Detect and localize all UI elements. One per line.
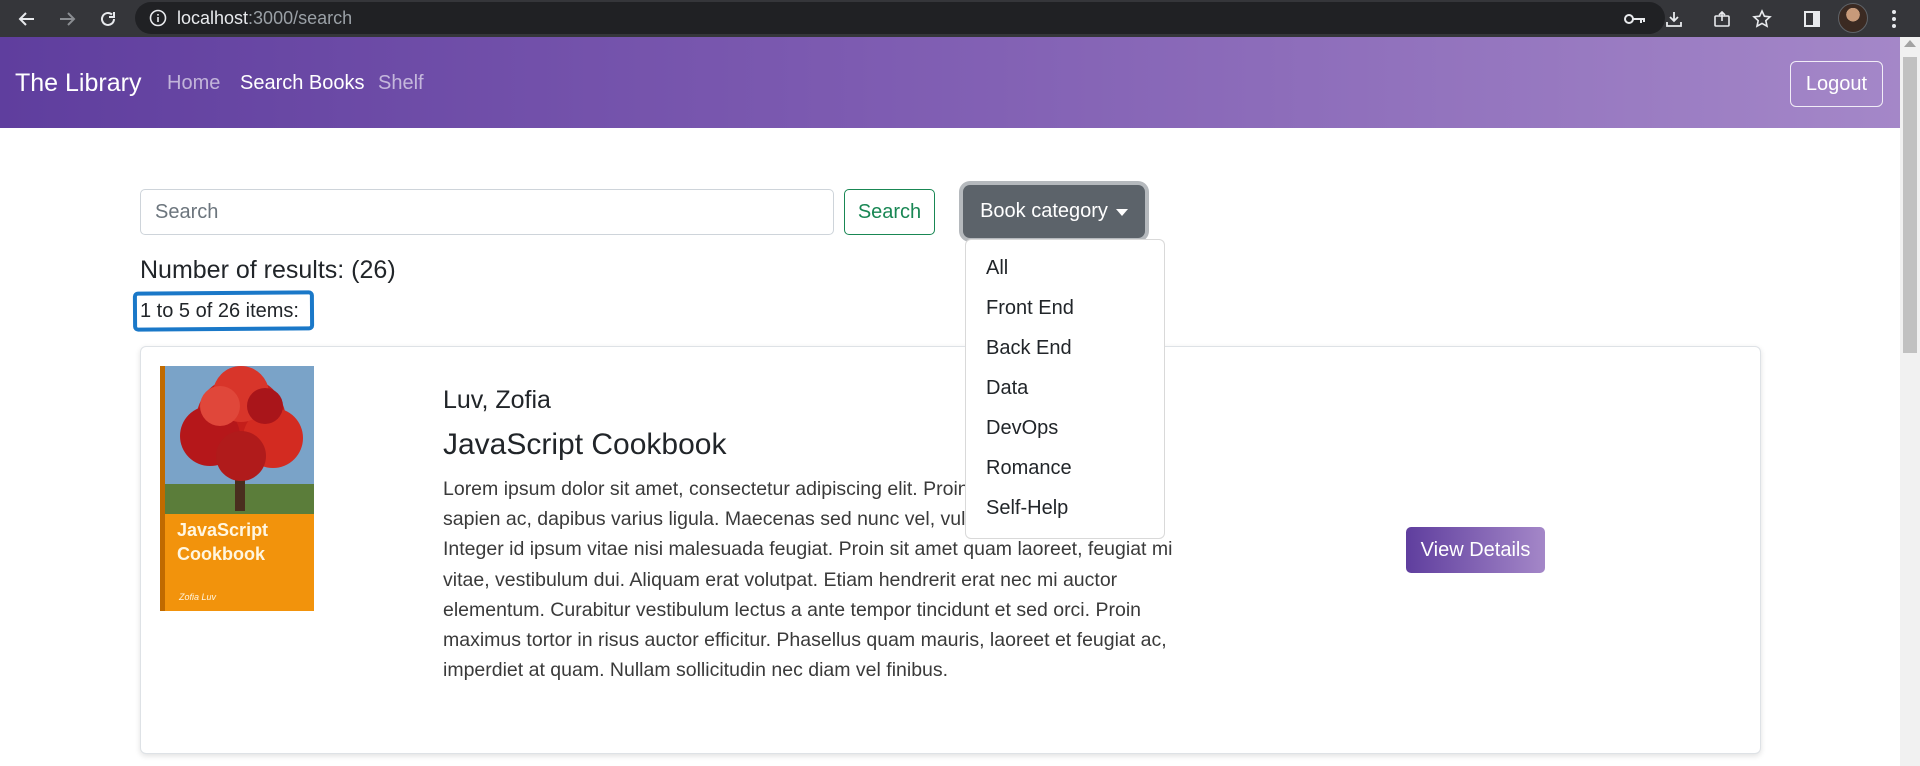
results-count-heading: Number of results: (26) [140, 256, 396, 284]
brand-logo-text[interactable]: The Library [15, 69, 141, 98]
info-icon[interactable] [149, 9, 167, 32]
nav-link-search-books[interactable]: Search Books [240, 72, 365, 95]
nav-link-home[interactable]: Home [167, 72, 220, 95]
url-host: localhost [177, 8, 249, 28]
url-text: localhost:3000/search [177, 8, 352, 29]
profile-avatar[interactable] [1838, 3, 1868, 33]
install-app-icon[interactable] [1660, 5, 1688, 33]
dropdown-item-romance[interactable]: Romance [966, 448, 1164, 488]
scrollbar-thumb[interactable] [1903, 57, 1917, 353]
url-path: :3000/search [248, 8, 353, 28]
bookmark-star-icon[interactable] [1748, 5, 1776, 33]
book-cover-image: JavaScript Cookbook Zofia Luv [160, 366, 314, 611]
address-bar[interactable]: localhost:3000/search [135, 2, 1665, 34]
view-details-button[interactable]: View Details [1406, 527, 1545, 573]
share-icon[interactable] [1708, 5, 1736, 33]
book-category-dropdown-button[interactable]: Book category [963, 185, 1145, 238]
caret-down-icon [1115, 209, 1128, 216]
browser-toolbar: localhost:3000/search [0, 0, 1920, 37]
back-icon[interactable] [13, 5, 41, 33]
forward-icon[interactable] [53, 5, 81, 33]
dropdown-item-all[interactable]: All [966, 248, 1164, 288]
nav-link-shelf[interactable]: Shelf [378, 72, 424, 95]
book-title: JavaScript Cookbook [443, 428, 727, 461]
side-panel-icon[interactable] [1798, 5, 1826, 33]
app-navbar: The Library Home Search Books Shelf Logo… [0, 37, 1900, 128]
book-category-label: Book category [980, 200, 1108, 222]
dropdown-item-front-end[interactable]: Front End [966, 288, 1164, 328]
annotation-highlight-box [132, 290, 315, 332]
dropdown-item-data[interactable]: Data [966, 368, 1164, 408]
scroll-up-arrow-icon[interactable] [1904, 40, 1916, 47]
logout-button[interactable]: Logout [1790, 61, 1883, 107]
reload-icon[interactable] [94, 5, 122, 33]
cover-author-text: Zofia Luv [179, 592, 217, 602]
category-dropdown-menu: All Front End Back End Data DevOps Roman… [965, 239, 1165, 539]
cover-tree-illustration [165, 366, 314, 611]
cover-title-text: JavaScript Cookbook [177, 520, 269, 564]
search-input[interactable] [140, 189, 834, 235]
dropdown-item-back-end[interactable]: Back End [966, 328, 1164, 368]
search-button[interactable]: Search [844, 189, 935, 235]
key-icon[interactable] [1621, 5, 1649, 33]
dropdown-item-devops[interactable]: DevOps [966, 408, 1164, 448]
book-author: Luv, Zofia [443, 386, 551, 414]
dropdown-item-self-help[interactable]: Self-Help [966, 488, 1164, 528]
menu-kebab-icon[interactable] [1880, 5, 1908, 33]
